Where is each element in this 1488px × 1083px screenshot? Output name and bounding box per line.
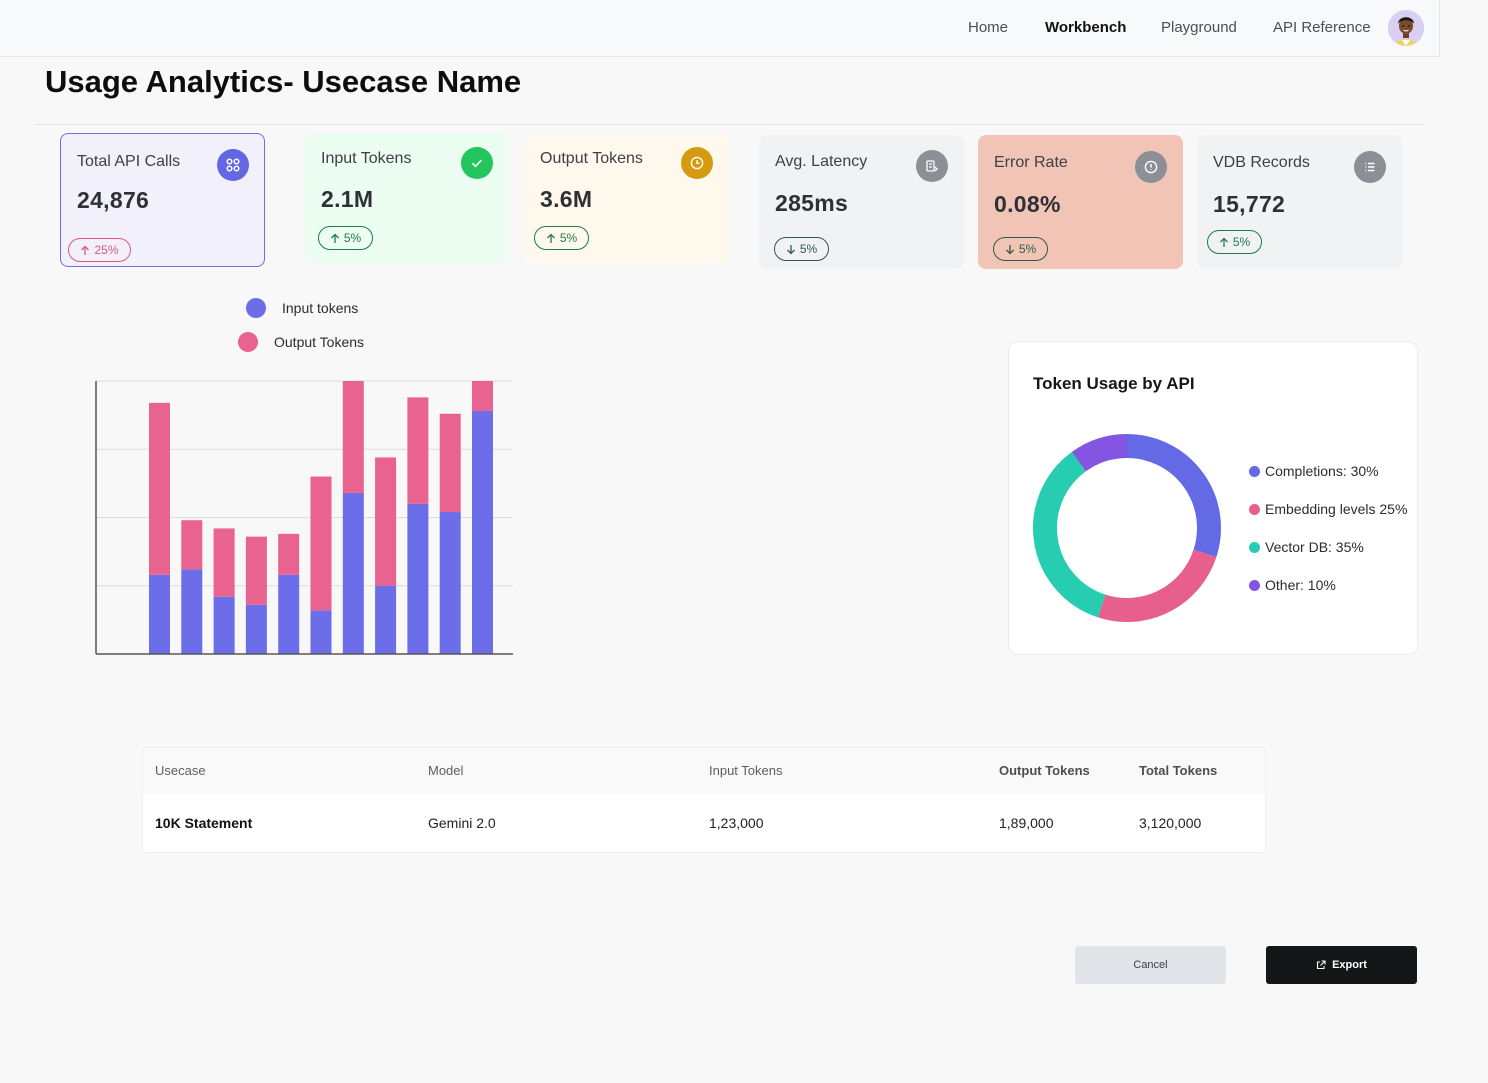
change-badge: 5% [1207,230,1262,254]
bar-output [342,381,364,493]
bar-input [181,569,203,654]
legend-label: Completions: 30% [1265,463,1379,479]
nav-link-playground[interactable]: Playground [1161,19,1237,36]
kpi-card-value: 3.6M [540,186,593,212]
change-value: 5% [1018,242,1037,256]
legend-swatch [1249,503,1260,515]
bar-input [310,610,332,654]
user-avatar-icon [1388,10,1424,46]
clock-icon [681,147,713,179]
arrow-down-icon [1005,244,1014,254]
cell-input-tokens: 1,23,000 [709,815,764,831]
bar-output [375,457,397,586]
bar-output [407,397,429,504]
donut-slice-other [1071,434,1128,472]
bar-input [407,503,429,654]
donut-slice-embedding [1097,549,1217,622]
bar-input [149,574,170,654]
server-icon [916,150,948,182]
export-button[interactable]: Export [1266,946,1417,984]
user-avatar[interactable] [1388,10,1424,46]
column-header-model[interactable]: Model [428,763,463,778]
cancel-button[interactable]: Cancel [1075,946,1226,984]
legend-label: Vector DB: 35% [1265,539,1364,555]
cell-output-tokens: 1,89,000 [999,815,1054,831]
arrow-up-icon [1219,237,1228,247]
change-value: 5% [559,231,578,245]
bar-output [278,533,300,575]
legend-label: Embedding levels 25% [1265,501,1408,517]
bar-output [245,536,267,605]
kpi-card-label: Avg. Latency [775,153,868,170]
cell-usecase: 10K Statement [155,815,253,831]
column-header-total-tokens[interactable]: Total Tokens [1139,763,1217,778]
change-badge: 5% [774,237,829,261]
bar-output [439,413,461,513]
kpi-card-output-tokens[interactable]: Output Tokens 3.6M 5% [524,133,729,263]
bar-output [213,528,235,597]
kpi-card-vdb-records[interactable]: VDB Records 15,772 5% [1197,135,1402,269]
bar-output [310,476,332,611]
change-badge: 5% [534,226,589,250]
donut-chart-title: Token Usage by API [1033,374,1195,393]
kpi-card-label: Error Rate [994,154,1068,171]
arrow-down-icon [786,244,795,254]
stacked-bar-chart [95,380,513,655]
donut-legend-embedding: Embedding levels 25% [1249,501,1407,517]
nav-link-api-reference[interactable]: API Reference [1273,19,1371,36]
column-header-usecase[interactable]: Usecase [155,763,206,778]
cell-model: Gemini 2.0 [428,815,496,831]
bar-input [213,596,235,654]
table-header: Usecase Model Input Tokens Output Tokens… [143,748,1265,794]
legend-swatch [1249,579,1260,591]
bar-input [245,604,267,654]
nav-link-workbench[interactable]: Workbench [1045,19,1126,36]
donut-slice-vector-db [1033,451,1106,618]
bar-input [439,512,461,654]
kpi-card-label: VDB Records [1213,154,1310,171]
bar-input [342,492,364,654]
donut-chart [1033,434,1221,622]
bar-output [181,520,203,570]
change-value: 5% [799,242,818,256]
kpi-card-label: Output Tokens [540,150,643,167]
nav-link-home[interactable]: Home [968,19,1008,36]
alert-circle-icon [1135,151,1167,183]
token-usage-card: Token Usage by API Completions: 30% Embe… [1008,341,1418,655]
bar-input [278,574,300,654]
list-icon [1354,151,1386,183]
export-button-label: Export [1332,959,1367,971]
cell-total-tokens: 3,120,000 [1139,815,1202,831]
kpi-card-error-rate[interactable]: Error Rate 0.08% 5% [978,135,1183,269]
donut-slice-completions [1126,434,1221,558]
column-header-input-tokens[interactable]: Input Tokens [709,763,782,778]
kpi-card-value: 285ms [775,190,849,216]
bar-input [375,585,397,654]
legend-label: Other: 10% [1265,577,1336,593]
donut-legend-other: Other: 10% [1249,577,1336,593]
bar-output [149,402,170,575]
change-badge: 5% [993,237,1048,261]
kpi-card-value: 0.08% [994,191,1061,217]
column-header-output-tokens[interactable]: Output Tokens [999,763,1090,778]
donut-legend-vector-db: Vector DB: 35% [1249,539,1364,555]
change-value: 5% [1232,235,1251,249]
kpi-card-value: 15,772 [1213,191,1286,217]
bar-output [472,381,493,412]
arrow-up-icon [546,233,555,243]
bar-input [472,411,493,654]
usage-table: Usecase Model Input Tokens Output Tokens… [142,747,1266,853]
legend-swatch [1249,541,1260,553]
legend-swatch [1249,465,1260,477]
donut-legend-completions: Completions: 30% [1249,463,1379,479]
external-link-icon [1317,960,1326,970]
kpi-card-avg-latency[interactable]: Avg. Latency 285ms 5% [759,135,964,269]
